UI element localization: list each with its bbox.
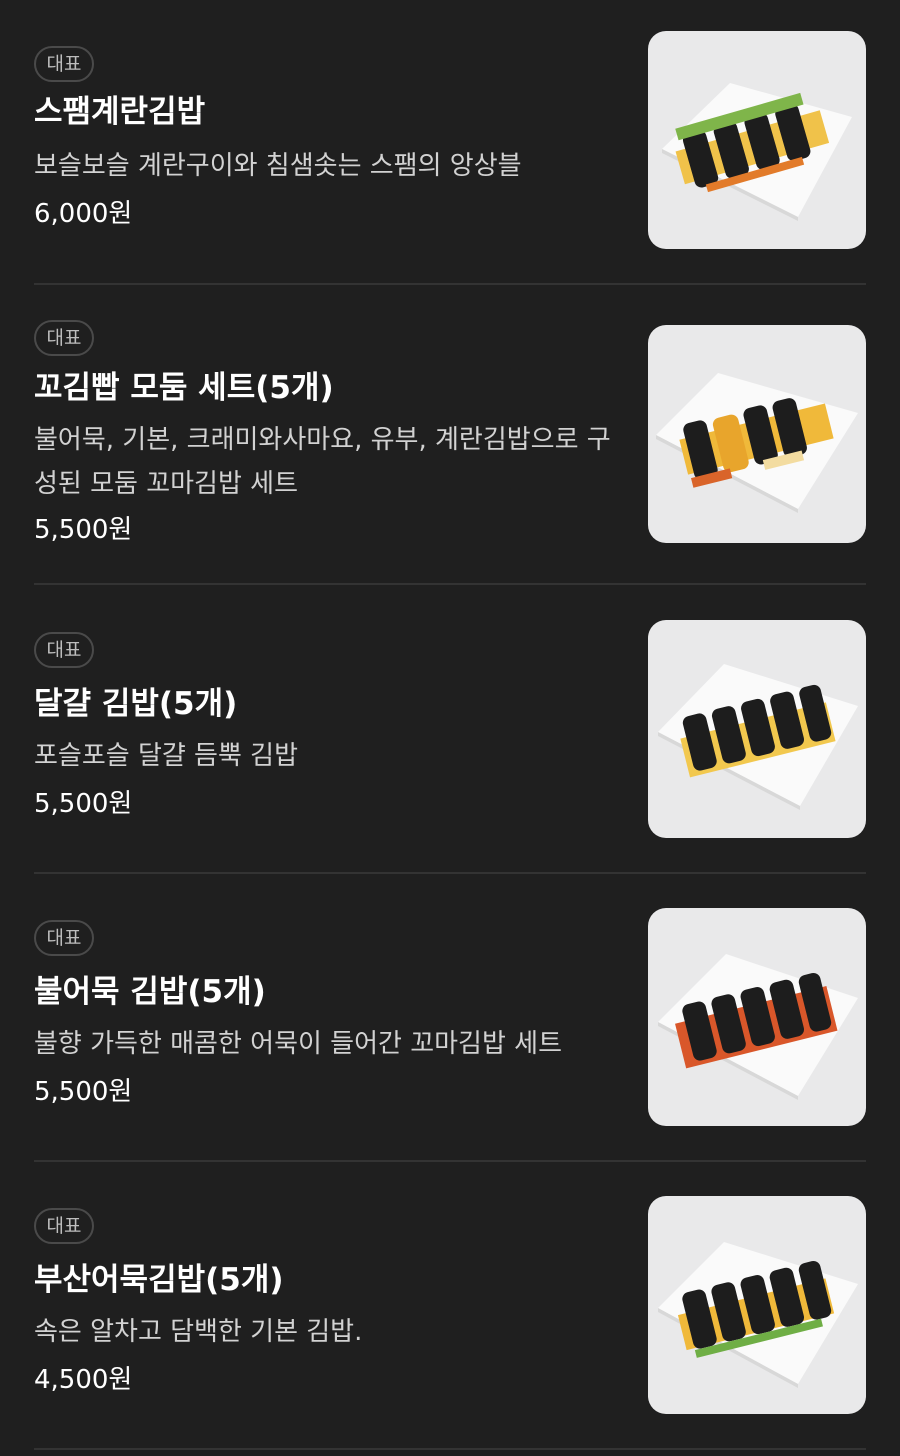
menu-item-description: 불어묵, 기본, 크래미와사마요, 유부, 계란김밥으로 구성된 모둠 꼬마김밥… [34, 425, 611, 499]
gimbap-photo-icon[interactable] [648, 325, 866, 543]
menu-item-description: 포슬포슬 달걀 듬뿍 김밥 [34, 741, 298, 771]
menu-item-price: 6,000원 [34, 199, 133, 229]
gimbap-photo-icon[interactable] [648, 31, 866, 249]
gimbap-photo-icon[interactable] [648, 908, 866, 1126]
menu-item[interactable]: 대표 불어묵 김밥(5개) 불향 가득한 매콤한 어묵이 들어간 꼬마김밥 세트… [34, 908, 866, 1162]
menu-item-name: 불어묵 김밥(5개) [34, 974, 266, 1010]
menu-item[interactable]: 대표 꼬김빱 모둠 세트(5개) 불어묵, 기본, 크래미와사마요, 유부, 계… [34, 320, 866, 585]
signature-badge: 대표 [34, 46, 94, 82]
signature-badge: 대표 [34, 320, 94, 356]
gimbap-photo-icon[interactable] [648, 1196, 866, 1414]
menu-item-price: 5,500원 [34, 515, 133, 545]
menu-item-description: 속은 알차고 담백한 기본 김밥. [34, 1317, 363, 1347]
menu-item[interactable]: 대표 부산어묵김밥(5개) 속은 알차고 담백한 기본 김밥. 4,500원 [34, 1196, 866, 1450]
menu-item[interactable]: 대표 달걀 김밥(5개) 포슬포슬 달걀 듬뿍 김밥 5,500원 [34, 620, 866, 874]
menu-item-description: 불향 가득한 매콤한 어묵이 들어간 꼬마김밥 세트 [34, 1029, 562, 1059]
menu-item-name: 스팸계란김밥 [34, 94, 206, 130]
signature-badge: 대표 [34, 920, 94, 956]
menu-list: 대표 스팸계란김밥 보슬보슬 계란구이와 침샘솟는 스팸의 앙상블 6,000원 [0, 0, 900, 1456]
menu-item-price: 5,500원 [34, 1077, 133, 1107]
menu-item-price: 5,500원 [34, 789, 133, 819]
menu-item-name: 꼬김빱 모둠 세트(5개) [34, 370, 334, 406]
gimbap-photo-icon[interactable] [648, 620, 866, 838]
menu-item[interactable]: 대표 스팸계란김밥 보슬보슬 계란구이와 침샘솟는 스팸의 앙상블 6,000원 [34, 31, 866, 285]
menu-item-description: 보슬보슬 계란구이와 침샘솟는 스팸의 앙상블 [34, 151, 522, 181]
signature-badge: 대표 [34, 632, 94, 668]
menu-item-name: 달걀 김밥(5개) [34, 686, 238, 722]
menu-item-name: 부산어묵김밥(5개) [34, 1262, 284, 1298]
signature-badge: 대표 [34, 1208, 94, 1244]
menu-item-price: 4,500원 [34, 1365, 133, 1395]
